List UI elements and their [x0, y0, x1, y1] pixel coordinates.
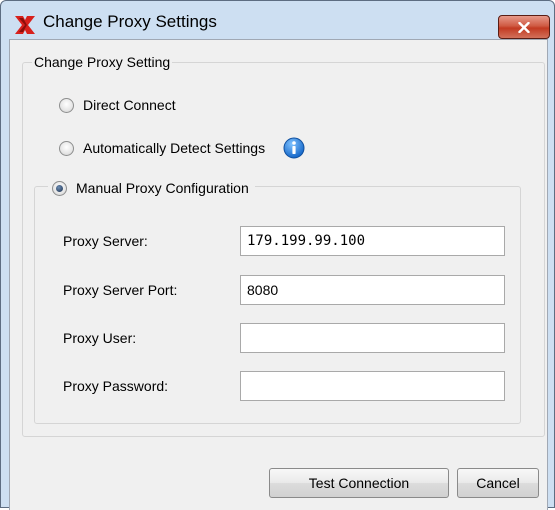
radio-auto-detect[interactable]: Automatically Detect Settings [59, 137, 305, 159]
radio-direct-connect[interactable]: Direct Connect [59, 97, 176, 113]
proxy-server-input[interactable]: 179.199.99.100 [240, 226, 505, 256]
proxy-port-input[interactable]: 8080 [240, 275, 505, 305]
title-bar[interactable]: Change Proxy Settings [1, 1, 554, 39]
radio-label: Manual Proxy Configuration [76, 180, 249, 196]
close-icon [518, 21, 530, 33]
proxy-port-label: Proxy Server Port: [63, 282, 178, 298]
proxy-server-label: Proxy Server: [63, 233, 148, 249]
radio-label: Automatically Detect Settings [83, 140, 266, 156]
radio-manual-config[interactable]: Manual Proxy Configuration [48, 180, 255, 196]
dialog-window: Change Proxy Settings Change Proxy Setti… [0, 0, 555, 510]
proxy-password-input[interactable] [240, 371, 505, 401]
cancel-button[interactable]: Cancel [457, 468, 539, 498]
close-button[interactable] [498, 15, 550, 39]
info-icon[interactable] [283, 137, 305, 159]
test-connection-button[interactable]: Test Connection [269, 468, 449, 498]
proxy-user-label: Proxy User: [63, 330, 137, 346]
group-legend: Change Proxy Setting [32, 54, 173, 70]
window-title: Change Proxy Settings [43, 12, 217, 31]
radio-button[interactable] [59, 97, 74, 113]
radio-button-selected[interactable] [52, 180, 67, 196]
proxy-password-label: Proxy Password: [63, 378, 169, 394]
xilinx-logo-icon [15, 16, 35, 34]
radio-label: Direct Connect [83, 97, 176, 113]
radio-button[interactable] [59, 140, 74, 156]
dialog-body: Change Proxy Setting Direct Connect Auto… [9, 39, 548, 510]
proxy-user-input[interactable] [240, 323, 505, 353]
